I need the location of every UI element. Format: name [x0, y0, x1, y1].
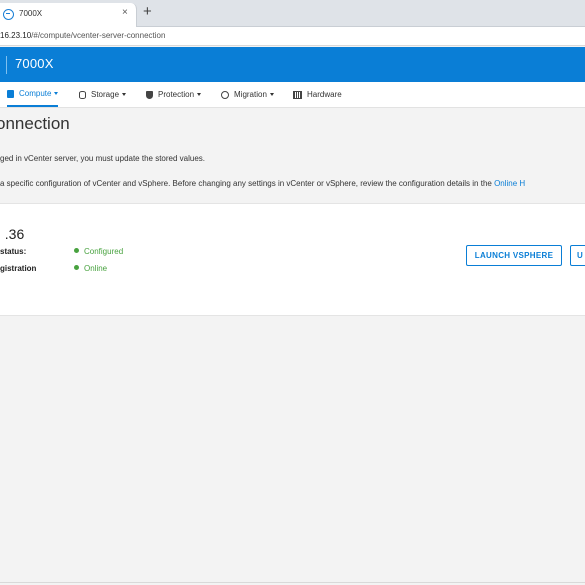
- info-message: ged in vCenter server, you must update t…: [0, 154, 206, 163]
- hardware-icon: [293, 90, 302, 99]
- vcenter-server-card: 0.36 status: Configured gistration Onlin…: [0, 203, 585, 316]
- registration-value: Online: [74, 264, 107, 273]
- online-help-link[interactable]: Online H: [494, 179, 525, 188]
- header-divider: [6, 56, 7, 74]
- url-path: /#/compute/vcenter-server-connection: [31, 31, 166, 40]
- url-host: 16.23.10: [0, 31, 32, 40]
- config-warning-message: a specific configuration of vCenter and …: [0, 179, 525, 188]
- online-dot-icon: [74, 265, 79, 271]
- nav-storage[interactable]: Storage: [79, 82, 127, 107]
- nav-hardware[interactable]: Hardware: [293, 82, 342, 107]
- tab-title: 7000X: [19, 9, 43, 18]
- chevron-down-icon: [122, 93, 127, 96]
- update-button[interactable]: U: [570, 245, 585, 266]
- server-address: 0.36: [0, 226, 24, 242]
- footer-divider: [0, 582, 585, 583]
- app-header: 7000X: [0, 47, 585, 82]
- config-warning-text: a specific configuration of vCenter and …: [0, 179, 492, 188]
- address-bar[interactable]: 16.23.10/#/compute/vcenter-server-connec…: [0, 27, 585, 46]
- nav-compute-label: Compute: [19, 89, 52, 98]
- status-value: Configured: [74, 247, 123, 256]
- status-value-text: Configured: [84, 247, 124, 256]
- browser-tab-strip: 7000X × +: [0, 0, 585, 27]
- app-title: 7000X: [15, 56, 54, 71]
- new-tab-button[interactable]: +: [143, 3, 152, 21]
- nav-storage-label: Storage: [91, 90, 120, 99]
- nav-protection-label: Protection: [158, 90, 195, 99]
- database-icon: [79, 90, 86, 99]
- chevron-down-icon: [54, 92, 59, 95]
- server-address-text: .36: [4, 226, 25, 242]
- launch-vsphere-button[interactable]: LAUNCH VSPHERE: [466, 245, 562, 266]
- browser-tab[interactable]: 7000X ×: [0, 3, 137, 27]
- nav-migration[interactable]: Migration: [221, 82, 274, 107]
- nav-protection[interactable]: Protection: [146, 82, 202, 107]
- url-text: 16.23.10/#/compute/vcenter-server-connec…: [0, 31, 165, 40]
- nav-compute[interactable]: Compute: [7, 82, 59, 107]
- registration-value-text: Online: [84, 264, 108, 273]
- status-ok-dot-icon: [74, 248, 79, 254]
- compute-icon: [7, 89, 14, 98]
- main-nav: Compute Storage Protection Migration Har…: [0, 82, 585, 108]
- nav-hardware-label: Hardware: [307, 90, 342, 99]
- registration-label: gistration: [0, 264, 37, 273]
- status-label: status:: [0, 247, 27, 256]
- page-title: onnection: [0, 114, 70, 133]
- shield-icon: [146, 90, 153, 99]
- nav-migration-label: Migration: [234, 90, 267, 99]
- chevron-down-icon: [269, 93, 274, 96]
- close-tab-icon[interactable]: ×: [122, 7, 128, 18]
- chevron-down-icon: [197, 93, 202, 96]
- migration-icon: [221, 90, 229, 99]
- dell-logo-icon: [3, 9, 14, 20]
